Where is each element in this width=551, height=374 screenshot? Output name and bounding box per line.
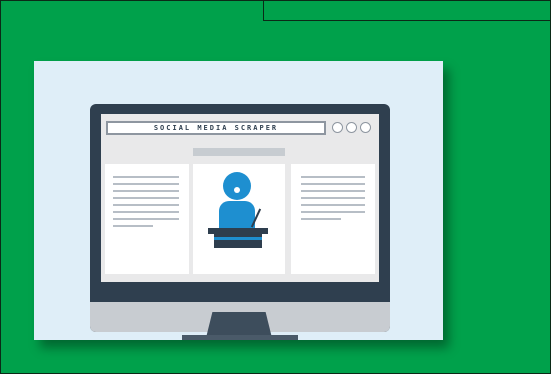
text-line: [113, 176, 179, 178]
top-tab-outline: [263, 0, 551, 21]
text-line: [113, 225, 153, 227]
speaker-panel: [193, 164, 285, 274]
text-line: [301, 197, 365, 199]
browser-title: SOCIAL MEDIA SCRAPER: [106, 121, 326, 135]
illustration-card: SOCIAL MEDIA SCRAPER: [34, 61, 443, 340]
monitor-stand-base: [182, 335, 298, 340]
podium-stripe-icon: [214, 237, 262, 240]
text-line: [301, 218, 341, 220]
text-line: [113, 211, 179, 213]
speaker-head-icon: [223, 172, 251, 200]
text-line: [113, 190, 179, 192]
window-button-icon: [332, 122, 343, 133]
text-line: [301, 183, 365, 185]
text-line: [113, 197, 179, 199]
window-button-icon: [346, 122, 357, 133]
text-line: [113, 218, 179, 220]
monitor: SOCIAL MEDIA SCRAPER: [90, 104, 390, 332]
window-button-icon: [360, 122, 371, 133]
text-column-left: [105, 164, 189, 274]
text-line: [301, 204, 365, 206]
text-line: [301, 176, 365, 178]
text-line: [301, 211, 365, 213]
text-line: [113, 204, 179, 206]
page-header-bar: [193, 148, 285, 156]
speaker-mouth-icon: [234, 187, 240, 193]
monitor-screen: SOCIAL MEDIA SCRAPER: [101, 114, 379, 282]
text-line: [113, 183, 179, 185]
text-line: [301, 190, 365, 192]
browser-titlebar: SOCIAL MEDIA SCRAPER: [106, 121, 374, 135]
text-column-right: [291, 164, 375, 274]
